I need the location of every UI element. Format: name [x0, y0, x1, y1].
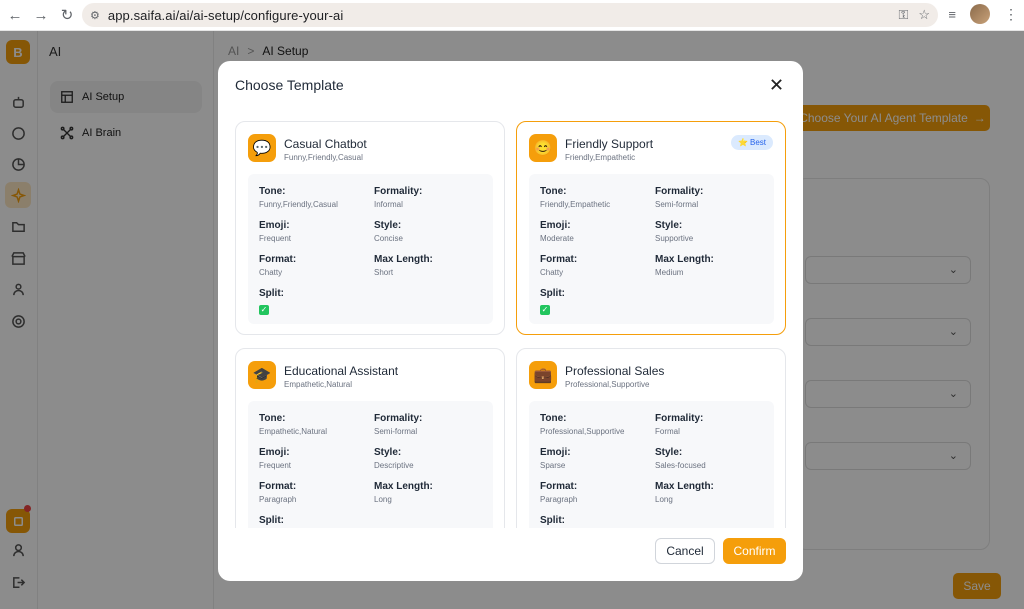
attr-value: Chatty — [259, 268, 283, 277]
attr-value: Sales-focused — [655, 461, 706, 470]
attr-label: Format: — [259, 254, 297, 265]
graduation-cap-icon: 🎓 — [248, 361, 276, 389]
attr-value: Paragraph — [259, 495, 297, 504]
cancel-button[interactable]: Cancel — [655, 538, 715, 564]
template-tags: Professional,Supportive — [565, 380, 650, 389]
menu-icon[interactable]: ⋮ — [1004, 6, 1018, 23]
template-tags: Funny,Friendly,Casual — [284, 153, 363, 162]
close-icon[interactable] — [766, 74, 786, 94]
address-bar[interactable]: ⚙ app.saifa.ai/ai/ai-setup/configure-you… — [82, 3, 938, 27]
modal-title: Choose Template — [235, 77, 344, 93]
attr-label: Split: — [540, 515, 565, 526]
site-info-icon[interactable]: ⚙ — [90, 9, 100, 22]
briefcase-icon: 💼 — [529, 361, 557, 389]
attr-value: Semi-formal — [655, 200, 699, 209]
attr-label: Format: — [259, 481, 297, 492]
attr-label: Style: — [655, 447, 683, 458]
star-icon: ⭐ — [738, 138, 748, 147]
attr-label: Style: — [374, 220, 402, 231]
template-tags: Empathetic,Natural — [284, 380, 353, 389]
attr-value: Short — [374, 268, 394, 277]
url-text: app.saifa.ai/ai/ai-setup/configure-your-… — [107, 7, 344, 23]
chat-bubble-icon: 💬 — [248, 134, 276, 162]
attr-value: Informal — [374, 200, 403, 209]
attr-label: Formality: — [655, 186, 704, 197]
attr-value: Sparse — [540, 461, 566, 470]
profile-avatar[interactable] — [970, 4, 990, 24]
attr-value: Empathetic,Natural — [259, 427, 328, 436]
template-attributes: Tone: Funny,Friendly,Casual Formality: Inf… — [248, 174, 493, 324]
attr-label: Tone: — [259, 413, 286, 424]
template-card-friendly-support[interactable]: 😊 Friendly Support Friendly,Empathetic ⭐… — [516, 121, 786, 335]
attr-label: Format: — [540, 481, 578, 492]
choose-template-modal: Choose Template 💬 Casual Chatbot Funny,F… — [218, 61, 803, 581]
bookmark-star-icon[interactable]: ☆ — [918, 7, 930, 23]
attr-label: Tone: — [540, 413, 567, 424]
back-icon[interactable]: ← — [2, 2, 28, 28]
attr-label: Tone: — [259, 186, 286, 197]
browser-toolbar: ← → ↻ ⚙ app.saifa.ai/ai/ai-setup/configu… — [0, 0, 1024, 31]
attr-label: Formality: — [374, 186, 423, 197]
attr-value: Long — [655, 495, 673, 504]
attr-label: Formality: — [374, 413, 423, 424]
attr-value: Chatty — [540, 268, 564, 277]
attr-value: Paragraph — [540, 495, 578, 504]
smile-icon: 😊 — [529, 134, 557, 162]
attr-value: Descriptive — [374, 461, 414, 470]
attr-value: Formal — [655, 427, 680, 436]
attr-label: Emoji: — [540, 447, 571, 458]
attr-label: Max Length: — [374, 254, 433, 265]
attr-label: Emoji: — [259, 220, 290, 231]
check-icon: ✓ — [540, 305, 550, 315]
attr-value: Supportive — [655, 234, 694, 243]
attr-label: Split: — [259, 515, 284, 526]
attr-label: Formality: — [655, 413, 704, 424]
template-name: Professional Sales — [565, 364, 665, 378]
attr-value: Funny,Friendly,Casual — [259, 200, 338, 209]
attr-label: Tone: — [540, 186, 567, 197]
attr-value: Concise — [374, 234, 403, 243]
template-attributes: Tone: Professional,Supportive Formality: F… — [529, 401, 774, 528]
attr-value: Medium — [655, 268, 684, 277]
template-card-casual-chatbot[interactable]: 💬 Casual Chatbot Funny,Friendly,Casual T… — [235, 121, 505, 335]
attr-label: Format: — [540, 254, 578, 265]
attr-label: Split: — [540, 288, 565, 299]
attr-value: Semi-formal — [374, 427, 418, 436]
attr-value: Friendly,Empathetic — [540, 200, 611, 209]
template-attributes: Tone: Friendly,Empathetic Formality: Semi-… — [529, 174, 774, 324]
attr-label: Emoji: — [540, 220, 571, 231]
attr-label: Style: — [374, 447, 402, 458]
attr-label: Style: — [655, 220, 683, 231]
template-tags: Friendly,Empathetic — [565, 153, 636, 162]
template-card-professional-sales[interactable]: 💼 Professional Sales Professional,Suppor… — [516, 348, 786, 528]
confirm-button[interactable]: Confirm — [723, 538, 786, 564]
attr-value: Moderate — [540, 234, 574, 243]
attr-value: Long — [374, 495, 392, 504]
key-icon[interactable]: ⚿ — [898, 7, 908, 23]
attr-label: Split: — [259, 288, 284, 299]
template-card-educational-assistant[interactable]: 🎓 Educational Assistant Empathetic,Natur… — [235, 348, 505, 528]
template-grid: 💬 Casual Chatbot Funny,Friendly,Casual T… — [218, 105, 803, 528]
attr-label: Max Length: — [655, 481, 714, 492]
attr-label: Max Length: — [374, 481, 433, 492]
template-name: Educational Assistant — [284, 364, 399, 378]
template-name: Friendly Support — [565, 137, 654, 151]
media-icon[interactable]: ≡ — [948, 7, 956, 22]
attr-value: Professional,Supportive — [540, 427, 625, 436]
attr-value: Frequent — [259, 234, 292, 243]
reload-icon[interactable]: ↻ — [54, 2, 80, 28]
attr-value: Frequent — [259, 461, 292, 470]
check-icon: ✓ — [259, 305, 269, 315]
best-badge: ⭐ Best — [731, 135, 773, 150]
template-attributes: Tone: Empathetic,Natural Formality: Semi-f… — [248, 401, 493, 528]
attr-label: Max Length: — [655, 254, 714, 265]
attr-label: Emoji: — [259, 447, 290, 458]
forward-icon[interactable]: → — [28, 2, 54, 28]
template-name: Casual Chatbot — [284, 137, 367, 151]
